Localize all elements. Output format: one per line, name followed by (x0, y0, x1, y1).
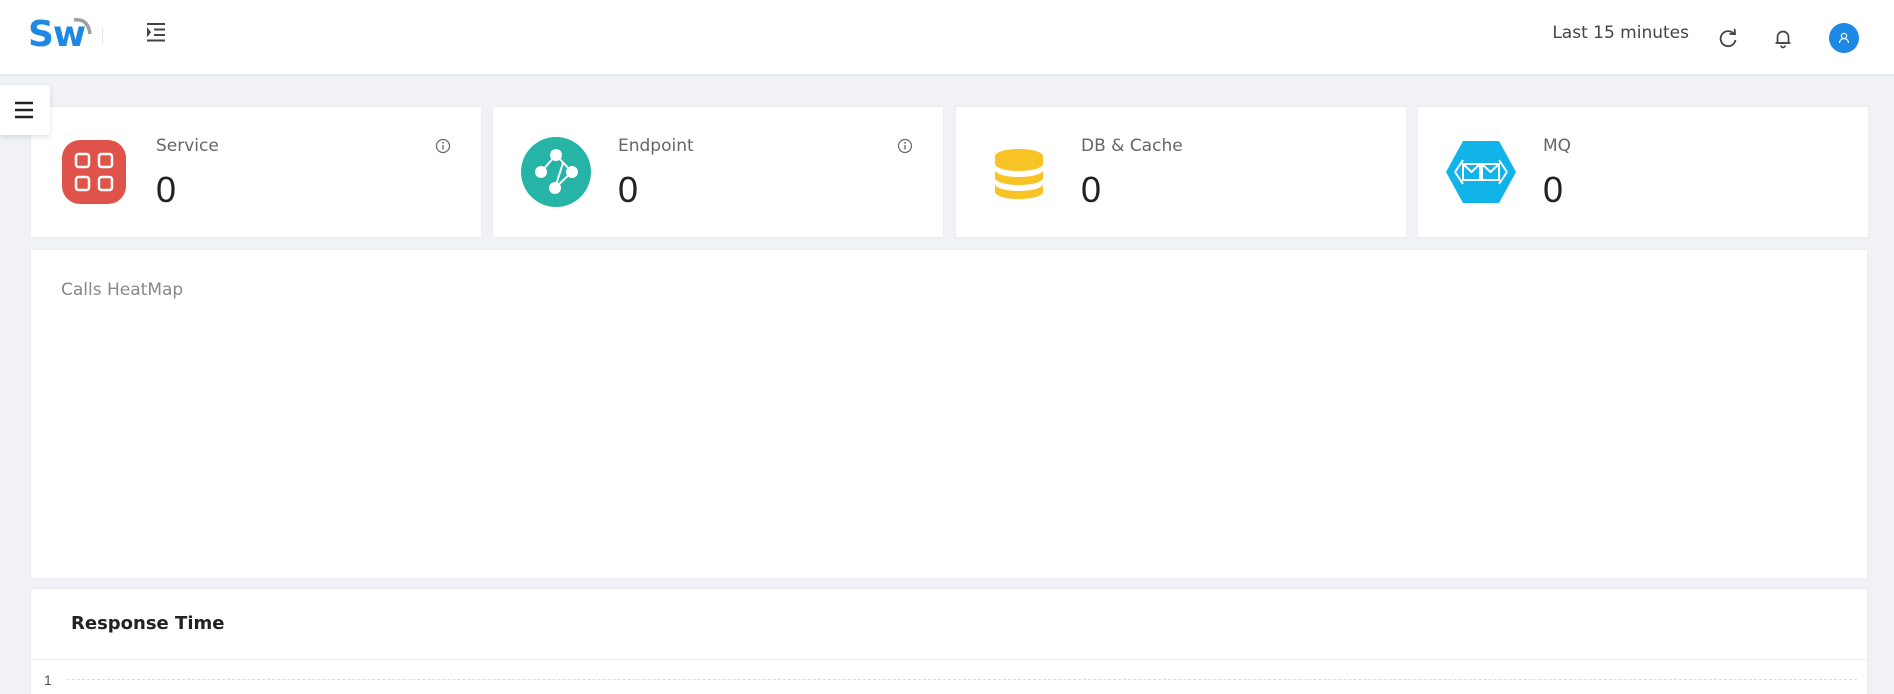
endpoint-count: 0 (618, 169, 639, 210)
database-icon (987, 140, 1051, 204)
time-range-picker[interactable]: Last 15 minutes (1552, 23, 1689, 43)
service-grid-icon (62, 140, 126, 204)
db-cache-label: DB & Cache (1081, 136, 1183, 156)
endpoint-graph-icon (521, 137, 591, 207)
response-time-title: Response Time (71, 613, 225, 634)
logo-divider (102, 27, 103, 45)
user-icon (1838, 32, 1850, 44)
menu-fold-icon[interactable] (145, 21, 167, 43)
service-count: 0 (156, 169, 177, 210)
refresh-icon[interactable] (1717, 27, 1739, 49)
logo-swoosh-icon (73, 18, 92, 35)
mq-label: MQ (1543, 136, 1572, 156)
endpoint-label: Endpoint (618, 136, 694, 156)
mq-card[interactable]: MQ 0 (1417, 106, 1869, 238)
response-time-header: Response Time (31, 589, 1867, 660)
endpoint-card[interactable]: Endpoint 0 (492, 106, 944, 238)
top-header: Sw Last 15 minutes (0, 0, 1894, 74)
service-label: Service (156, 136, 219, 156)
hamburger-icon (15, 101, 33, 119)
response-time-panel: Response Time 1 (30, 588, 1868, 694)
skywalking-logo[interactable]: Sw (28, 14, 94, 56)
info-circle-icon[interactable] (897, 138, 913, 154)
service-card[interactable]: Service 0 (30, 106, 482, 238)
chart-gridline (67, 679, 1857, 680)
db-cache-count: 0 (1081, 169, 1102, 210)
mq-count: 0 (1543, 169, 1564, 210)
info-circle-icon[interactable] (435, 138, 451, 154)
message-queue-icon (1446, 140, 1516, 204)
heatmap-title: Calls HeatMap (61, 280, 184, 300)
y-axis-tick-label: 1 (44, 672, 52, 688)
sidebar-toggle-button[interactable] (0, 85, 50, 135)
db-cache-card[interactable]: DB & Cache 0 (955, 106, 1407, 238)
user-avatar[interactable] (1829, 23, 1859, 53)
calls-heatmap-panel: Calls HeatMap (30, 249, 1868, 579)
bell-icon[interactable] (1772, 27, 1794, 49)
